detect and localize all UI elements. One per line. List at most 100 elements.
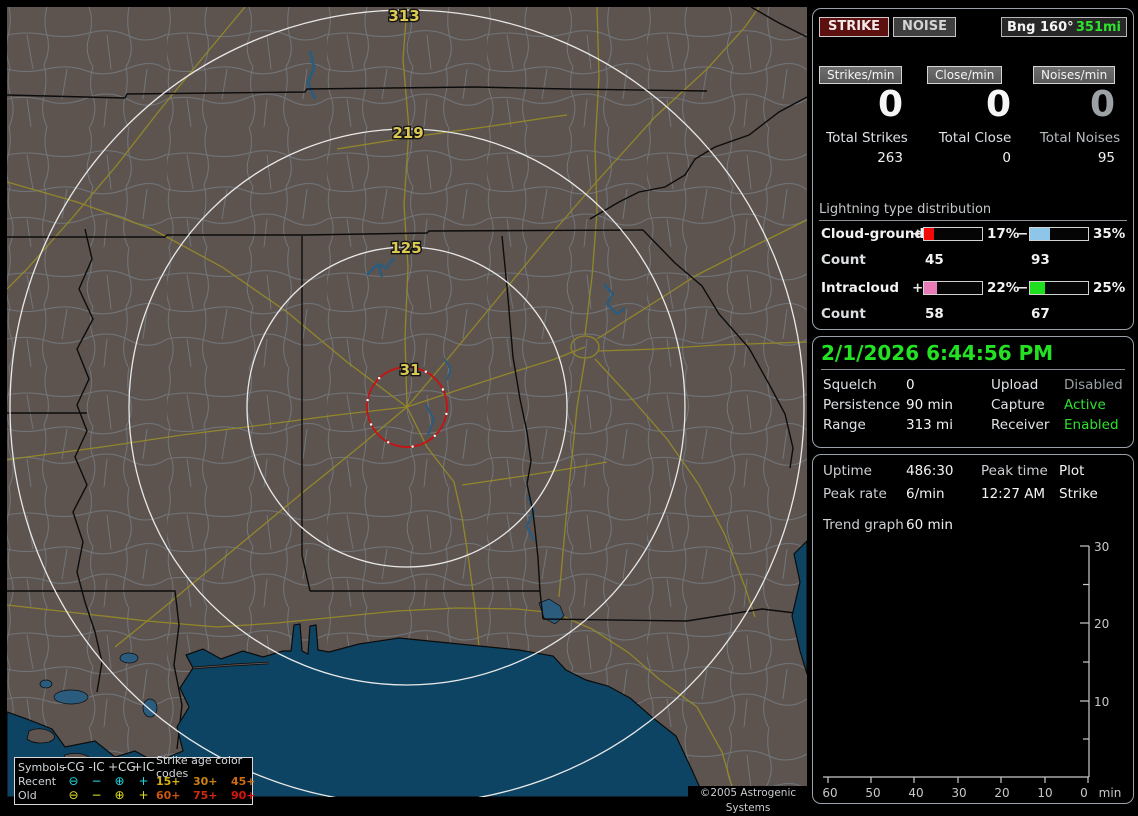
trend-row: Trend graph 60 min [813, 517, 1125, 534]
pos-cg-recent-icon: ⊕ [114, 773, 125, 788]
plus-sign: + [912, 226, 924, 242]
age-90: 90+ [231, 788, 256, 802]
x-tick-50: 50 [865, 786, 880, 800]
total-strikes-value: 263 [877, 150, 903, 166]
peak-rate-value: 6/min [906, 486, 945, 502]
strike-map[interactable]: 313 219 125 31 [6, 6, 808, 805]
strike-button[interactable]: STRIKE [819, 17, 890, 37]
pos-cg-old-icon: ⊕ [114, 787, 125, 802]
x-tick-10: 10 [1037, 786, 1052, 800]
strike-stats-panel: STRIKE NOISE Bng 160° 351mi Strikes/min … [812, 8, 1134, 330]
capture-label: Capture [991, 397, 1045, 413]
x-tick-0: 0 [1080, 786, 1088, 800]
neg-cg-old-icon: ⊖ [68, 787, 79, 802]
close-per-min-chip[interactable]: Close/min [927, 66, 1003, 84]
intracloud-row: Intracloud + 22% − 25% [813, 280, 1125, 296]
neg-ic-old-icon: − [91, 787, 102, 802]
pos-ic-recent-icon: + [138, 773, 149, 788]
x-tick-30: 30 [951, 786, 966, 800]
x-tick-40: 40 [908, 786, 923, 800]
ring-label-125: 125 [390, 239, 421, 257]
range-label: Range [823, 417, 866, 433]
pos-ic-old-icon: + [138, 787, 149, 802]
symbol-legend: Symbols -CG -IC +CG +IC Strike age color… [14, 754, 256, 805]
receiver-label: Receiver [991, 417, 1050, 433]
cg-count-row: Count 45 93 [813, 252, 1125, 268]
ic-positive-count: 58 [925, 306, 944, 322]
range-value: 313 mi [906, 417, 953, 433]
close-per-min-value: 0 [985, 84, 1011, 125]
cg-positive-fill [924, 228, 934, 240]
age-60: 60+ [156, 788, 181, 802]
map-canvas: 313 219 125 31 [6, 6, 808, 805]
total-strikes-label: Total Strikes [826, 130, 908, 146]
legend-old-label: Old [18, 788, 37, 802]
minus-sign: − [1017, 226, 1029, 242]
close-column: Close/min 0 Total Close 0 [927, 64, 1023, 166]
ic-negative-bar [1029, 281, 1089, 295]
age-75: 75+ [193, 788, 218, 802]
legend-symbols-header: Symbols [18, 760, 65, 774]
ic-count-label: Count [821, 306, 866, 322]
peak-time-label: Peak time [981, 463, 1048, 479]
plot-label: Plot [1059, 463, 1085, 479]
trend-tick-labels: 30 20 10 60 50 40 30 20 10 0 min [822, 540, 1121, 800]
uptime-value: 486:30 [906, 463, 954, 479]
capture-status: Active [1064, 397, 1106, 413]
noises-per-min-value: 0 [1089, 84, 1115, 125]
bearing-label: Bng 160° [1007, 19, 1074, 35]
noises-per-min-chip[interactable]: Noises/min [1033, 66, 1116, 84]
x-tick-20: 20 [994, 786, 1009, 800]
bearing-readout: Bng 160° 351mi [1001, 17, 1127, 37]
ic-negative-count: 67 [1031, 306, 1050, 322]
intracloud-label: Intracloud [821, 280, 900, 296]
ring-label-313: 313 [388, 7, 419, 25]
uptime-label: Uptime [823, 463, 872, 479]
cloud-ground-row: Cloud-ground + 17% − 35% [813, 226, 1125, 242]
strikes-column: Strikes/min 0 Total Strikes 263 [819, 64, 915, 166]
plot-type-value: Strike [1059, 486, 1098, 502]
clock: 2/1/2026 6:44:56 PM [821, 341, 1125, 370]
noise-button[interactable]: NOISE [893, 17, 957, 37]
total-close-label: Total Close [938, 130, 1012, 146]
neg-cg-recent-icon: ⊖ [68, 773, 79, 788]
y-tick-20: 20 [1094, 617, 1109, 631]
age-45: 45+ [231, 774, 256, 788]
upload-label: Upload [991, 377, 1039, 393]
stats-row: Peak rate 6/min 12:27 AM Strike [813, 486, 1125, 503]
trend-panel: Uptime 486:30 Peak time Plot Peak rate 6… [812, 454, 1134, 804]
cg-negative-fill [1030, 228, 1051, 240]
peak-rate-label: Peak rate [823, 486, 887, 502]
ic-positive-pct: 22% [987, 280, 1020, 296]
status-row: Persistence 90 min Capture Active [813, 397, 1125, 414]
bearing-value: 351mi [1075, 19, 1121, 35]
cg-count-label: Count [821, 252, 866, 268]
legend-recent-label: Recent [18, 774, 57, 788]
trend-axes [823, 545, 1090, 783]
age-15: 15+ [156, 774, 181, 788]
peak-time-value: 12:27 AM [981, 486, 1046, 502]
y-tick-30: 30 [1094, 540, 1109, 554]
strikes-per-min-value: 0 [877, 84, 903, 125]
x-tick-60: 60 [822, 786, 837, 800]
minus-sign: − [1017, 280, 1029, 296]
cloud-ground-label: Cloud-ground [821, 226, 925, 242]
persistence-label: Persistence [823, 397, 901, 413]
cg-positive-pct: 17% [987, 226, 1020, 242]
cg-positive-count: 45 [925, 252, 944, 268]
cg-negative-count: 93 [1031, 252, 1050, 268]
trend-graph: 30 20 10 60 50 40 30 20 10 0 min [822, 540, 1121, 800]
legend-col-neg-cg: -CG [62, 759, 85, 774]
total-noises-label: Total Noises [1039, 130, 1121, 146]
trend-graph-label: Trend graph [823, 517, 904, 533]
ic-count-row: Count 58 67 [813, 306, 1125, 322]
persistence-value: 90 min [906, 397, 953, 413]
ic-negative-pct: 25% [1093, 280, 1126, 296]
nexstorm-app: { "map": { "ring_labels": ["313", "219",… [0, 0, 1138, 814]
cg-positive-bar [923, 227, 983, 241]
strikes-per-min-chip[interactable]: Strikes/min [819, 66, 903, 84]
receiver-status: Enabled [1064, 417, 1119, 433]
legend-col-pos-ic: +IC [132, 759, 155, 774]
total-noises-value: 95 [1097, 150, 1115, 166]
ic-negative-fill [1030, 282, 1045, 294]
